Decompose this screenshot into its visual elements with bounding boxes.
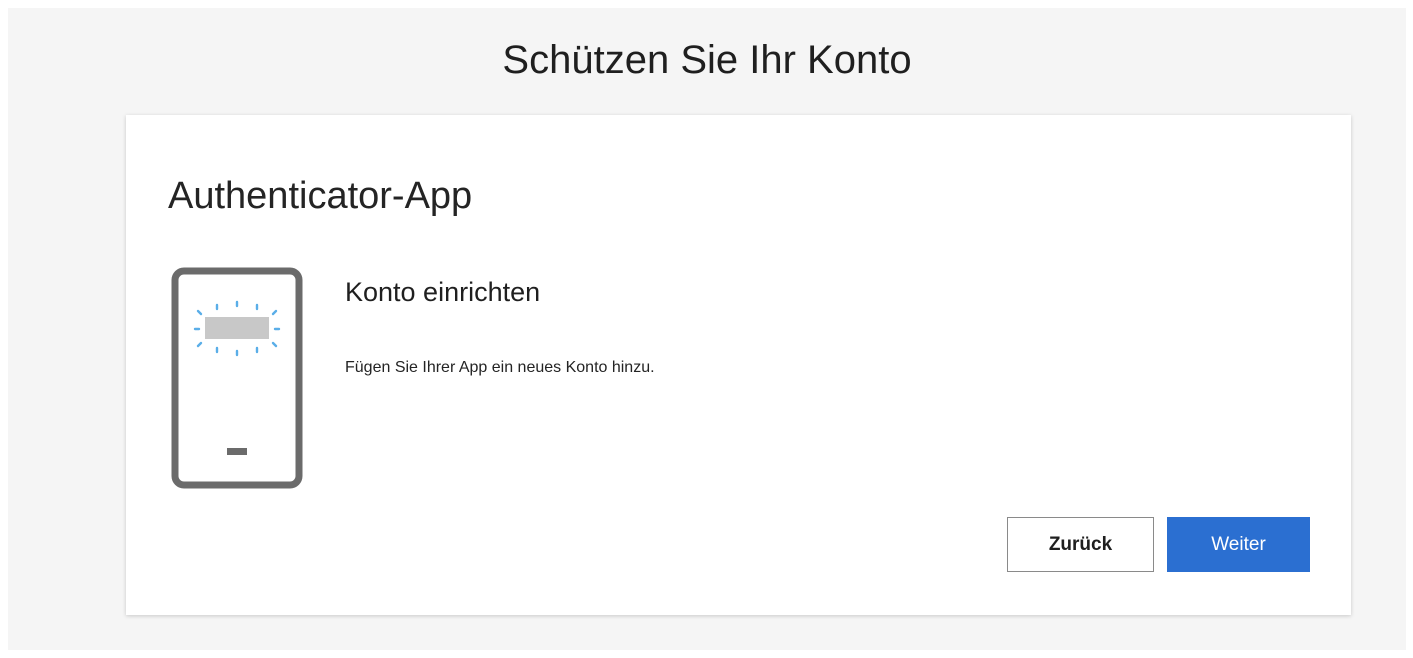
page-background: Schützen Sie Ihr Konto Authenticator-App — [8, 8, 1406, 650]
phone-notification-icon — [171, 267, 303, 489]
page-title: Schützen Sie Ihr Konto — [502, 38, 912, 82]
setup-card: Authenticator-App Konto einrichten Fügen… — [126, 115, 1351, 615]
phone-illustration-svg — [171, 267, 303, 489]
next-button[interactable]: Weiter — [1167, 517, 1310, 572]
step-description: Fügen Sie Ihrer App ein neues Konto hinz… — [345, 359, 655, 376]
back-button[interactable]: Zurück — [1007, 517, 1154, 572]
step-title: Konto einrichten — [345, 277, 541, 307]
card-title: Authenticator-App — [168, 175, 473, 217]
